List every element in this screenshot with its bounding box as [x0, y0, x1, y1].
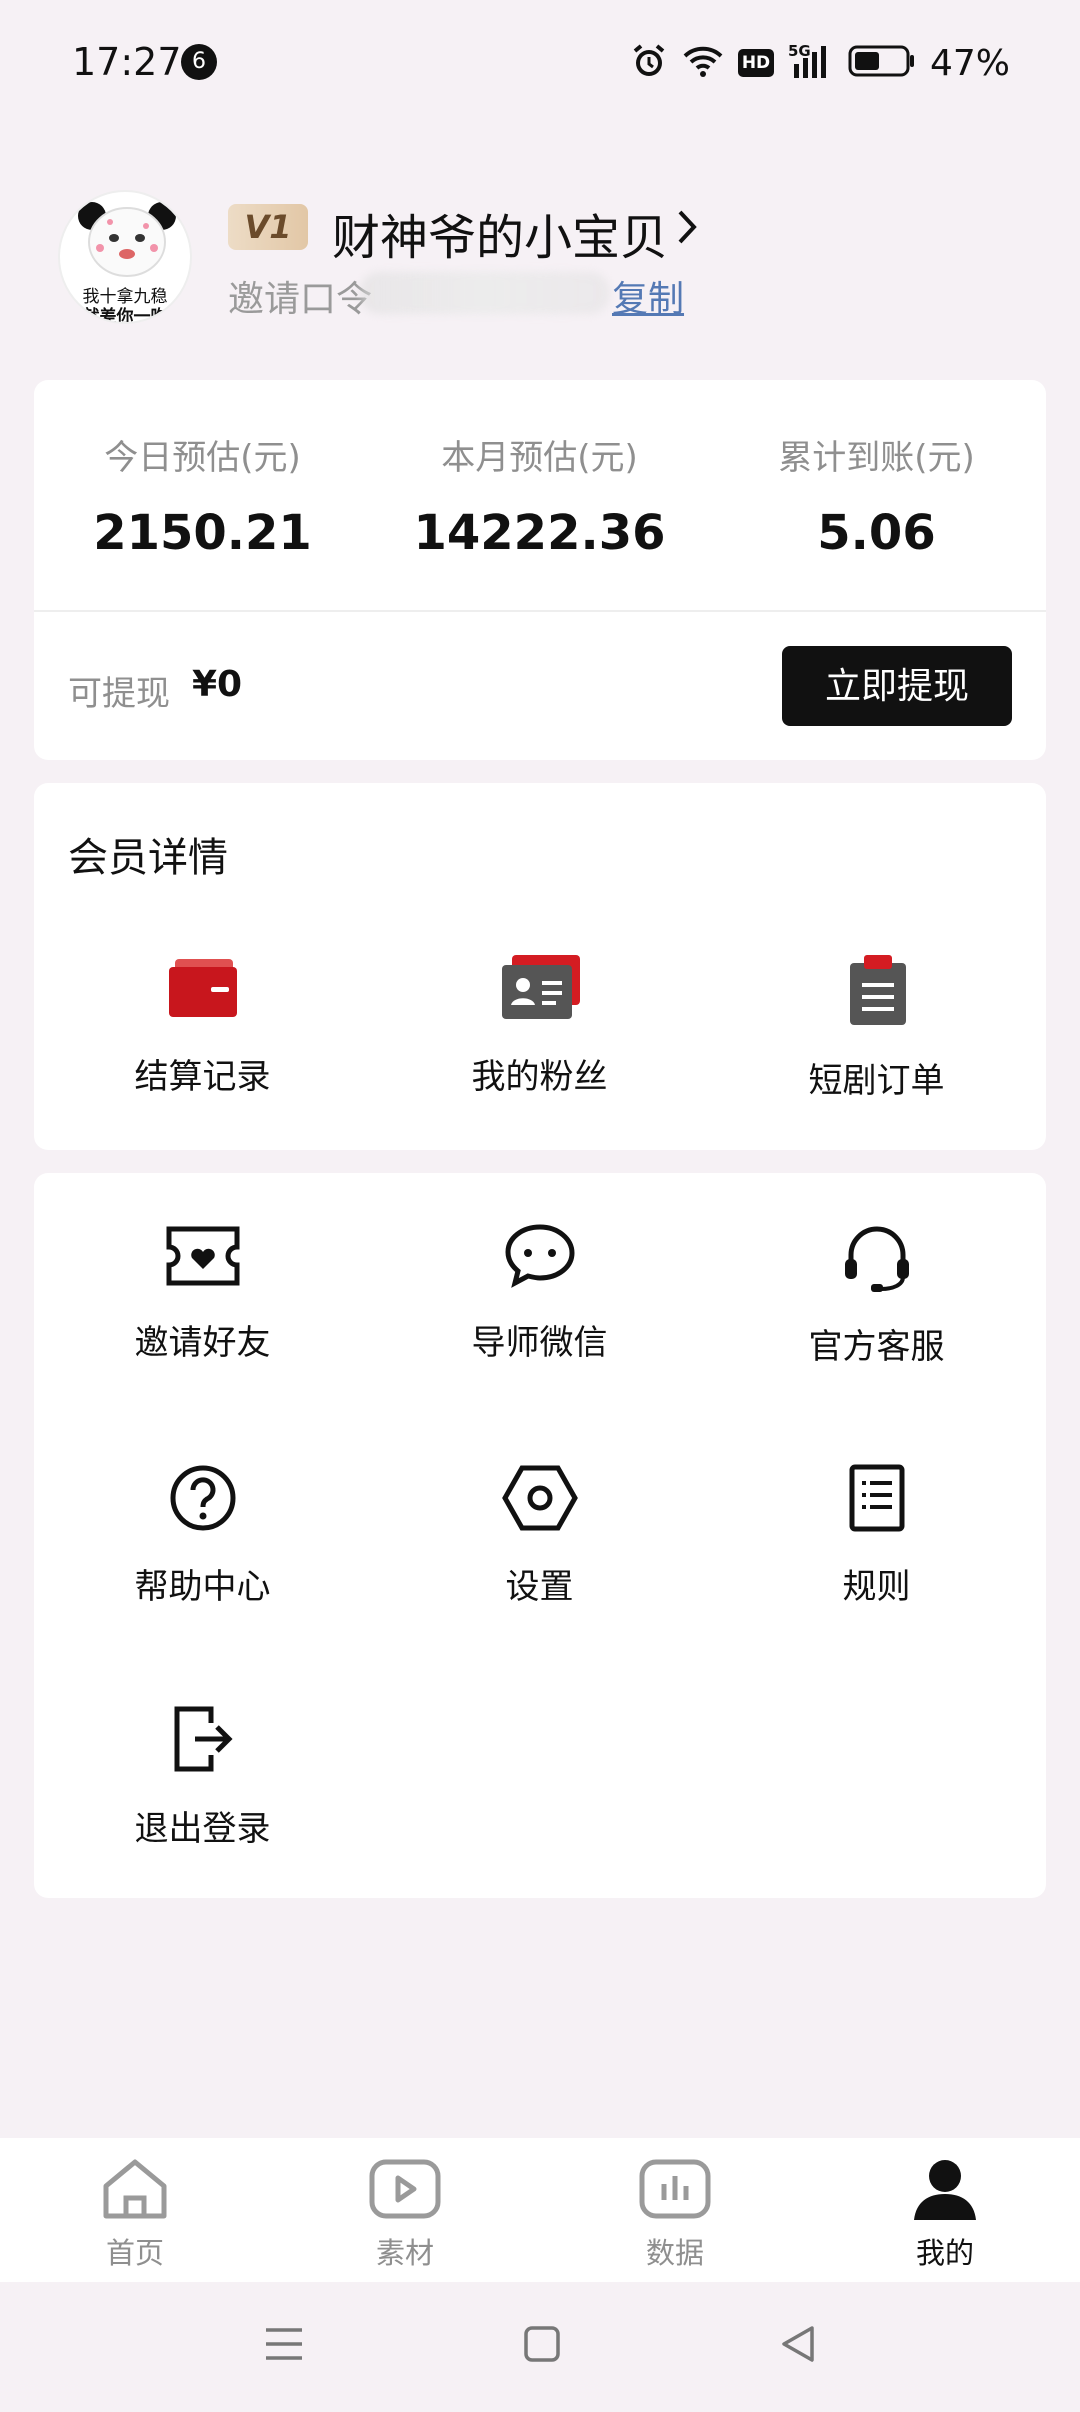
menu-icon[interactable]: [262, 2322, 306, 2370]
stat-label: 今日预估(元): [104, 438, 301, 478]
battery-icon: [848, 44, 916, 82]
invite-code-blurred: [360, 272, 610, 314]
stat-month: 本月预估(元) 14222.36: [371, 430, 708, 561]
grid-item-label: 官方客服: [808, 1327, 945, 1367]
svg-text:5G: 5G: [788, 42, 811, 60]
grid-item-label: 规则: [842, 1567, 911, 1607]
status-bar: 17:27 6 HD 5G 47%: [0, 0, 1080, 125]
my-fans-item[interactable]: 我的粉丝: [371, 953, 708, 1098]
tools-card: 邀请好友 导师微信 官方客服 帮助中心 设置 规则 退出登录: [34, 1173, 1046, 1898]
nav-label: 首页: [105, 2236, 164, 2270]
earnings-card: 今日预估(元) 2150.21 本月预估(元) 14222.36 累计到账(元)…: [34, 380, 1046, 760]
grid-item-label: 退出登录: [134, 1809, 271, 1849]
status-time: 17:27: [72, 40, 182, 84]
nav-label: 素材: [375, 2236, 434, 2270]
mentor-wechat-item[interactable]: 导师微信: [371, 1223, 708, 1364]
nav-home[interactable]: 首页: [0, 2156, 270, 2272]
grid-item-label: 导师微信: [471, 1323, 608, 1363]
customer-service-item[interactable]: 官方客服: [708, 1223, 1045, 1368]
grid-item-label: 结算记录: [134, 1057, 271, 1097]
battery-percent: 47%: [929, 42, 1010, 84]
wallet-icon: [168, 959, 237, 1017]
profile-header: 我十拿九稳 就差你一吻 V1 财神爷的小宝贝 邀请口令 复制: [0, 180, 1080, 360]
invite-friends-item[interactable]: 邀请好友: [34, 1223, 371, 1364]
clipboard-icon: [849, 955, 906, 1025]
divider: [34, 610, 1046, 612]
bottom-nav: 首页 素材 数据 我的: [0, 2138, 1080, 2282]
avatar-caption-line2: 就差你一吻: [82, 307, 168, 324]
nav-label: 我的: [915, 2236, 974, 2270]
status-icons: HD 5G 47%: [630, 38, 1010, 88]
help-icon: [170, 1465, 235, 1531]
settings-item[interactable]: 设置: [371, 1463, 708, 1608]
withdrawable-label: 可提现: [68, 674, 170, 714]
help-center-item[interactable]: 帮助中心: [34, 1463, 371, 1608]
nav-mine[interactable]: 我的: [810, 2156, 1080, 2272]
chart-icon: [639, 2159, 711, 2219]
panda-face-icon: [78, 202, 176, 277]
grid-item-label: 邀请好友: [134, 1323, 271, 1363]
notification-count-badge: 6: [181, 44, 217, 80]
settings-icon: [501, 1465, 578, 1531]
stat-value: 14222.36: [413, 505, 666, 561]
chevron-right-icon[interactable]: [672, 204, 702, 254]
system-nav-bar: [0, 2282, 1080, 2412]
logout-item[interactable]: 退出登录: [34, 1703, 371, 1850]
invite-code-label: 邀请口令: [228, 279, 373, 320]
grid-item-label: 帮助中心: [134, 1567, 271, 1607]
grid-item-label: 设置: [505, 1567, 574, 1607]
nickname[interactable]: 财神爷的小宝贝: [332, 198, 668, 268]
hd-icon: HD: [737, 49, 774, 77]
home-square-icon[interactable]: [520, 2322, 564, 2370]
stat-label: 本月预估(元): [441, 438, 638, 478]
play-icon: [369, 2159, 441, 2219]
avatar[interactable]: 我十拿九稳 就差你一吻: [58, 190, 192, 324]
stat-value: 5.06: [817, 505, 936, 561]
person-icon: [914, 2160, 976, 2220]
alarm-icon: [630, 42, 668, 84]
back-triangle-icon[interactable]: [776, 2322, 820, 2370]
ticket-heart-icon: [166, 1226, 239, 1286]
rules-item[interactable]: 规则: [708, 1463, 1045, 1608]
stat-value: 2150.21: [93, 505, 312, 561]
profile-page: 17:27 6 HD 5G 47% 我十拿九稳 就差你一吻 V1 财神爷的小宝贝…: [0, 0, 1080, 2412]
vip-level-badge: V1: [228, 204, 308, 250]
nav-data[interactable]: 数据: [540, 2156, 810, 2272]
headset-icon: [844, 1226, 909, 1292]
id-card-icon: [501, 955, 580, 1019]
logout-icon: [174, 1706, 233, 1772]
stat-total: 累计到账(元) 5.06: [708, 430, 1045, 561]
home-icon: [103, 2159, 167, 2219]
stat-today: 今日预估(元) 2150.21: [34, 430, 371, 561]
wifi-icon: [682, 44, 724, 82]
grid-item-label: 短剧订单: [808, 1061, 945, 1101]
signal-icon: 5G: [788, 42, 834, 84]
grid-item-label: 我的粉丝: [471, 1057, 608, 1097]
nav-label: 数据: [645, 2236, 704, 2270]
nav-materials[interactable]: 素材: [270, 2156, 540, 2272]
stat-label: 累计到账(元): [778, 438, 975, 478]
drama-orders-item[interactable]: 短剧订单: [708, 953, 1045, 1102]
copy-invite-link[interactable]: 复制: [612, 270, 684, 322]
withdraw-button[interactable]: 立即提现: [782, 646, 1012, 726]
chat-icon: [504, 1224, 575, 1288]
rules-icon: [849, 1464, 904, 1532]
settlement-records-item[interactable]: 结算记录: [34, 953, 371, 1098]
section-title: 会员详情: [68, 835, 228, 881]
member-details-card: 会员详情 结算记录 我的粉丝 短剧订单: [34, 783, 1046, 1150]
withdrawable-amount: ¥0: [192, 664, 243, 705]
